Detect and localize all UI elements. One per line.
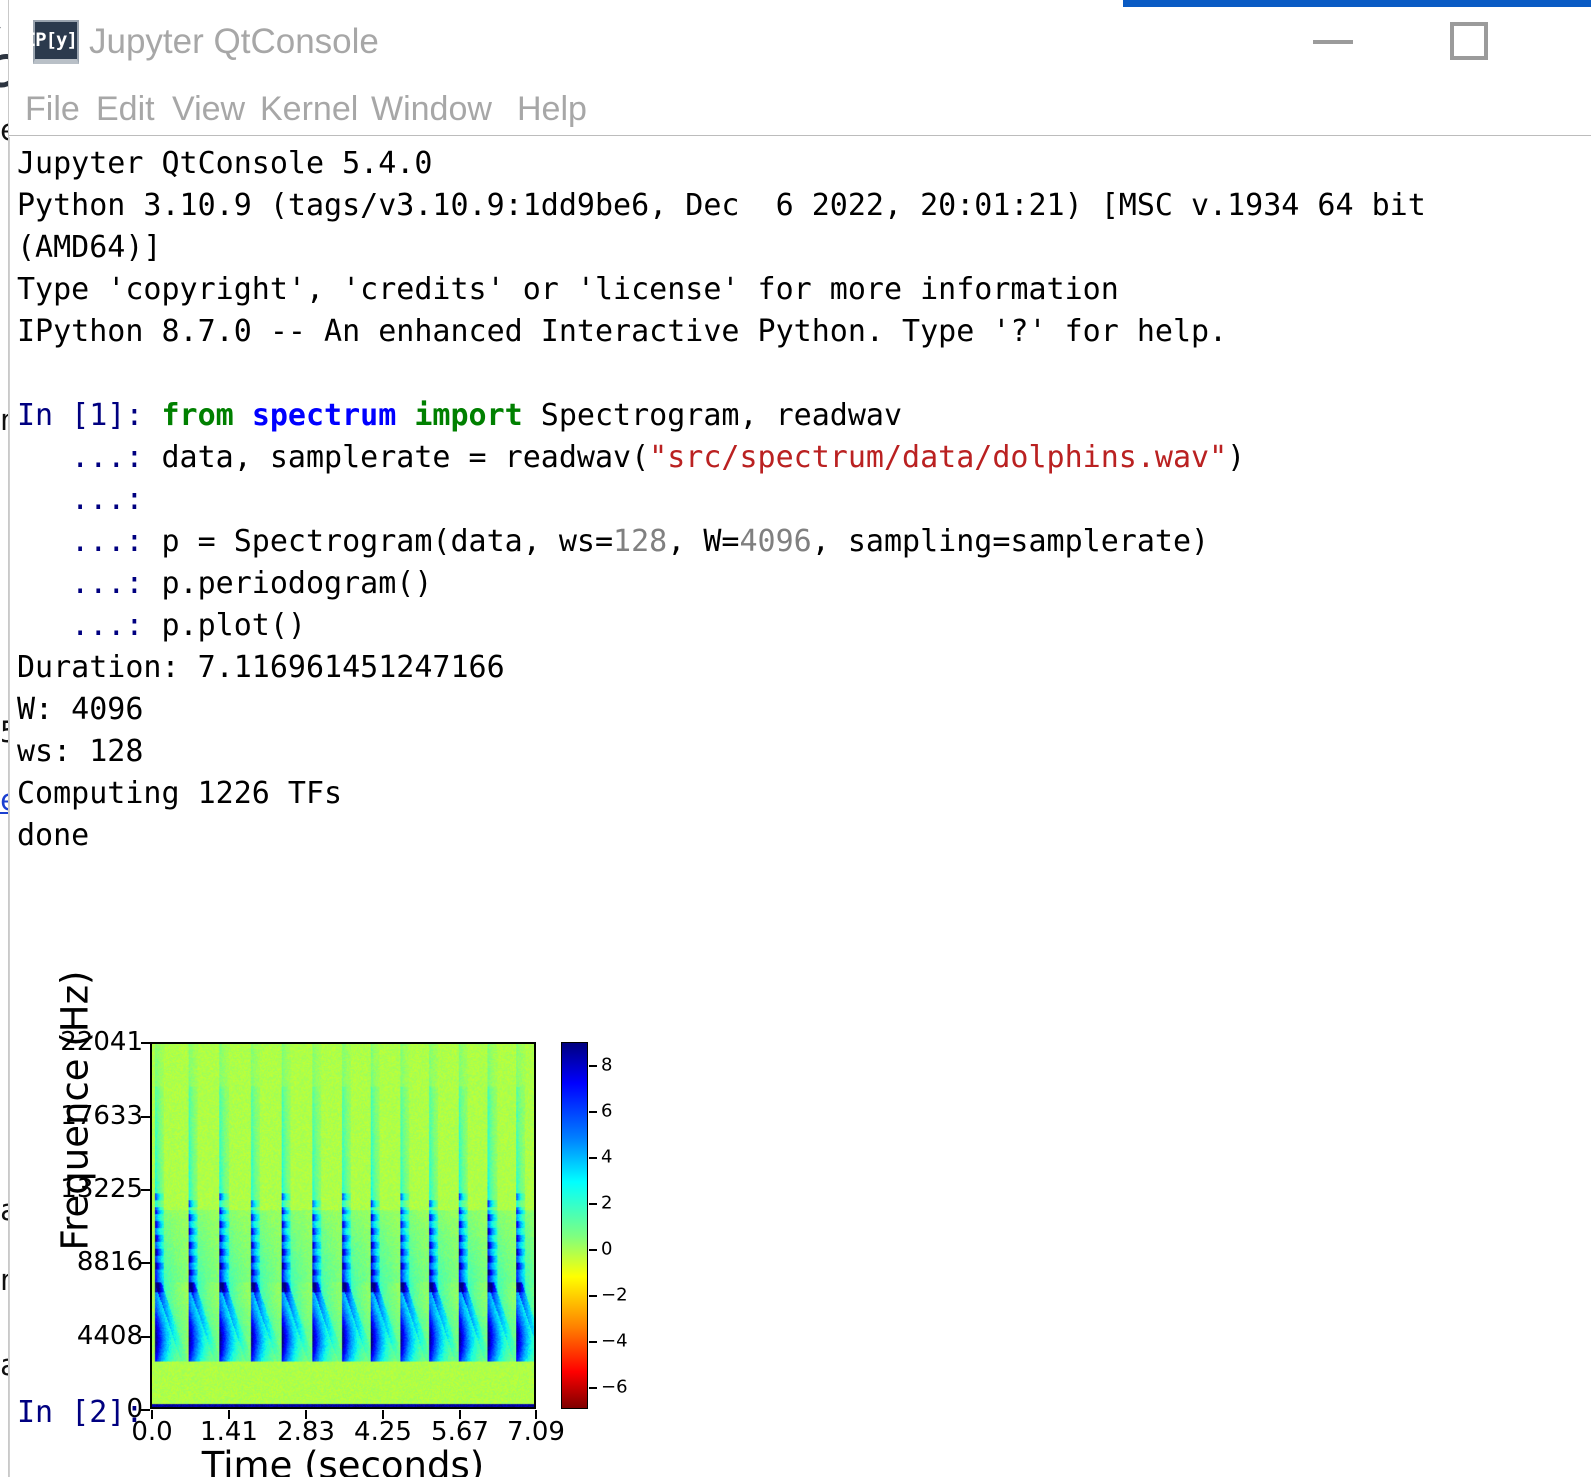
code-tail: , sampling=samplerate) [811,524,1210,559]
input-line-6: ...: p.plot() [17,605,306,647]
stdout-line: Computing 1226 TFs [17,776,343,811]
code-plot-call: p.plot() [161,608,307,643]
continuation-prompt: ...: [17,482,144,517]
y-axis-label: Frequence (Hz) [53,970,97,1251]
menu-item-view[interactable]: View [172,84,245,134]
input-line-2: ...: data, samplerate = readwav("src/spe… [17,437,1245,479]
ytick-mark [141,1042,150,1044]
keyword-import: import [414,398,523,433]
spectrogram-axes [150,1042,536,1409]
cbtick-mark [589,1341,597,1343]
cbtick-mark [589,1065,597,1067]
console-left-rule [9,137,10,1477]
menu-item-file[interactable]: File [25,84,80,134]
ytick-mark [141,1189,150,1191]
ipython-logo-icon: IP[y]: [25,20,88,64]
number-w: 4096 [739,524,812,559]
ytick-label-4408: 4408 [76,1321,143,1351]
menu-item-kernel[interactable]: Kernel [260,84,358,134]
cbtick-label-neg2: −2 [601,1284,628,1306]
input-line-1: In [1]: from spectrum import Spectrogram… [17,395,902,437]
input-line-4: ...: p = Spectrogram(data, ws=128, W=409… [17,521,1209,563]
ipython-logo-text: IP[y]: [24,29,89,51]
stdout-line: ws: 128 [17,734,144,769]
code-close-paren: ) [1227,440,1246,475]
qtconsole-window: IP[y]: Jupyter QtConsole File Edit View … [8,0,1591,1477]
code-spectrogram-ctor: p = Spectrogram(data, ws= [161,524,614,559]
title-bar[interactable]: IP[y]: Jupyter QtConsole [9,0,1591,84]
continuation-prompt: ...: [17,608,144,643]
number-ws: 128 [613,524,668,559]
menu-bar: File Edit View Kernel Window Help [9,84,1591,136]
banner-line: Jupyter QtConsole 5.4.0 [17,146,433,181]
banner-line: (AMD64)] [17,230,162,265]
menu-item-window[interactable]: Window [371,84,492,134]
input-prompt-2-text: In [2]: [17,1395,144,1430]
input-line-5: ...: p.periodogram() [17,563,432,605]
cbtick-mark [589,1387,597,1389]
stdout-line: done [17,818,90,853]
string-literal-wav-path: "src/spectrum/data/dolphins.wav" [649,440,1228,475]
maximize-button[interactable] [1422,0,1518,84]
console-output-area[interactable]: Jupyter QtConsole 5.4.0 Python 3.10.9 (t… [9,137,1591,1477]
cbtick-mark [589,1203,597,1205]
xtick-label-425: 4.25 [354,1417,412,1447]
module-spectrum: spectrum [251,398,397,433]
banner-line: Type 'copyright', 'credits' or 'license'… [17,272,1119,307]
cbtick-label-8: 8 [601,1054,613,1076]
code-readwav-call: data, samplerate = readwav( [161,440,650,475]
banner-line: IPython 8.7.0 -- An enhanced Interactive… [17,314,1228,349]
code-periodogram-call: p.periodogram() [161,566,433,601]
window-accent-bar [1123,0,1591,7]
input-prompt-2[interactable]: In [2]: [17,1392,143,1434]
continuation-prompt: ...: [17,440,144,475]
x-axis-label: Time (seconds) [201,1444,485,1477]
cbtick-label-neg6: −6 [601,1376,628,1398]
ytick-mark [141,1116,150,1118]
xtick-label-567: 5.67 [431,1417,489,1447]
cbtick-mark [589,1249,597,1251]
ytick-mark [141,1262,150,1264]
keyword-from: from [161,398,234,433]
cbtick-label-4: 4 [601,1146,613,1168]
imported-names: Spectrogram, readwav [522,398,903,433]
cbtick-label-0: 0 [601,1238,613,1260]
continuation-prompt: ...: [17,566,144,601]
minimize-icon [1313,40,1353,44]
cbtick-mark [589,1157,597,1159]
maximize-icon [1450,22,1488,60]
input-line-3: ...: [17,479,143,521]
continuation-prompt: ...: [17,524,144,559]
cbtick-label-2: 2 [601,1192,613,1214]
spectrogram-figure: 0 4408 8816 13225 17633 22041 0.0 1.41 2… [17,889,657,1477]
colorbar [561,1042,588,1409]
ytick-mark [141,1336,150,1338]
xtick-label-709: 7.09 [507,1417,565,1447]
cbtick-label-6: 6 [601,1100,613,1122]
stdout-line: W: 4096 [17,692,144,727]
menu-item-edit[interactable]: Edit [96,84,155,134]
cbtick-mark [589,1295,597,1297]
cbtick-mark [589,1111,597,1113]
minimize-button[interactable] [1287,0,1383,84]
banner-line: Python 3.10.9 (tags/v3.10.9:1dd9be6, Dec… [17,188,1426,223]
menu-item-help[interactable]: Help [517,84,587,134]
input-prompt-1: In [1]: [17,398,144,433]
stdout-line: Duration: 7.116961451247166 [17,650,505,685]
code-mid: , W= [667,524,740,559]
spectrogram-image [152,1044,534,1407]
xtick-label-283: 2.83 [277,1417,335,1447]
cbtick-label-neg4: −4 [601,1330,628,1352]
xtick-label-141: 1.41 [200,1417,258,1447]
window-title: Jupyter QtConsole [89,22,379,61]
